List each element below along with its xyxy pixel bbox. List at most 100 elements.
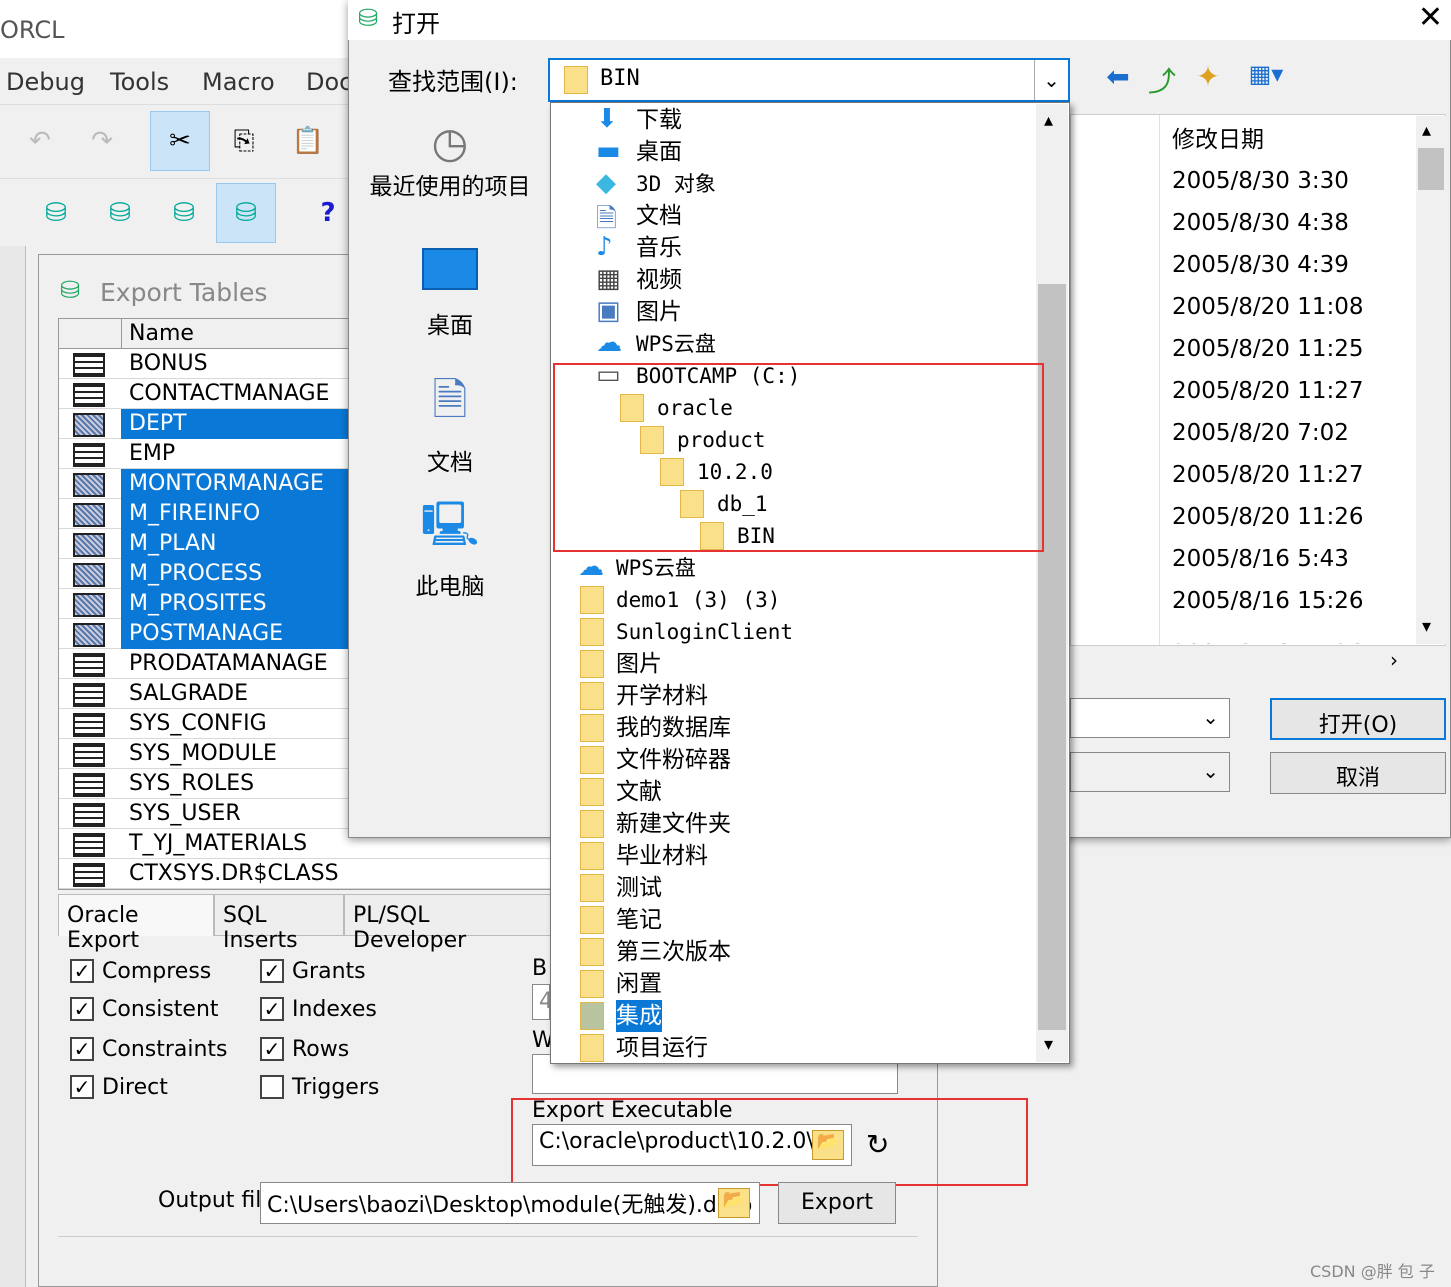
- checkbox-box[interactable]: [260, 1075, 284, 1099]
- checkbox-box[interactable]: ✓: [70, 997, 94, 1021]
- dropdown-item[interactable]: 音乐: [636, 232, 682, 264]
- menu-macro[interactable]: Macro: [202, 68, 275, 96]
- back-icon[interactable]: ⬅: [1098, 60, 1138, 100]
- undo-icon[interactable]: ↶: [10, 111, 70, 171]
- dropdown-item[interactable]: 视频: [636, 264, 682, 296]
- checkbox-grants[interactable]: ✓ Grants: [260, 956, 366, 986]
- export-tables-icon: ⛁: [60, 276, 81, 304]
- dropdown-item[interactable]: demo1 (3) (3): [616, 584, 780, 616]
- table-row[interactable]: CTXSYS.DR$CLASS: [59, 859, 557, 889]
- checkbox-box[interactable]: ✓: [70, 1075, 94, 1099]
- database-icon[interactable]: ⛁: [26, 183, 86, 243]
- place-recent[interactable]: ◷ 最近使用的项目: [360, 118, 540, 201]
- checkbox-box[interactable]: ✓: [260, 959, 284, 983]
- place-this-pc[interactable]: 🖳 此电脑: [360, 492, 540, 601]
- scroll-thumb[interactable]: [1418, 148, 1444, 190]
- file-modified-date[interactable]: 2005/8/30 4:38: [1172, 210, 1349, 236]
- paste-icon[interactable]: 📋: [278, 111, 338, 171]
- place-documents[interactable]: 🗎 文档: [360, 368, 540, 477]
- dropdown-item[interactable]: 我的数据库: [616, 712, 731, 744]
- cut-icon[interactable]: ✂: [150, 111, 210, 171]
- new-folder-icon[interactable]: ✦: [1188, 60, 1228, 100]
- buffer-field[interactable]: 4: [532, 984, 550, 1020]
- dropdown-item[interactable]: SunloginClient: [616, 616, 793, 648]
- checkbox-direct[interactable]: ✓ Direct: [70, 1072, 168, 1102]
- file-modified-date[interactable]: 2005/8/20 11:27: [1172, 378, 1364, 404]
- dropdown-item[interactable]: 下载: [636, 104, 682, 136]
- dropdown-item[interactable]: 图片: [616, 648, 662, 680]
- file-modified-date[interactable]: 2005/8/20 11:08: [1172, 294, 1364, 320]
- file-modified-date[interactable]: 2005/8/30 4:39: [1172, 252, 1349, 278]
- output-file-field[interactable]: C:\Users\baozi\Desktop\module(无触发).dmp: [260, 1182, 760, 1224]
- checkbox-constraints[interactable]: ✓ Constraints: [70, 1034, 228, 1064]
- dropdown-item[interactable]: WPS云盘: [636, 328, 716, 360]
- file-name-combobox[interactable]: ⌄: [1070, 698, 1230, 738]
- dropdown-item[interactable]: 桌面: [636, 136, 682, 168]
- column-modified-date-header[interactable]: 修改日期: [1172, 120, 1264, 154]
- dropdown-item[interactable]: 第三次版本: [616, 936, 731, 968]
- checkbox-indexes[interactable]: ✓ Indexes: [260, 994, 377, 1024]
- checkbox-consistent[interactable]: ✓ Consistent: [70, 994, 219, 1024]
- file-modified-date[interactable]: 2005/8/20 11:26: [1172, 504, 1364, 530]
- dropdown-item[interactable]: 图片: [636, 296, 682, 328]
- menu-bar: Debug Tools Macro Doc: [0, 60, 360, 104]
- view-menu-icon[interactable]: ▦▾: [1238, 60, 1294, 100]
- checkbox-triggers[interactable]: Triggers: [260, 1072, 379, 1102]
- dropdown-item[interactable]: 文献: [616, 776, 662, 808]
- close-icon[interactable]: ✕: [1410, 0, 1451, 38]
- scroll-up-icon[interactable]: ▴: [1422, 120, 1431, 141]
- file-list-scrollbar[interactable]: ▴ ▾: [1416, 116, 1446, 644]
- dropdown-item[interactable]: 集成: [616, 1000, 662, 1032]
- checkbox-rows[interactable]: ✓ Rows: [260, 1034, 349, 1064]
- scroll-down-icon[interactable]: ▾: [1422, 616, 1431, 637]
- menu-doc[interactable]: Doc: [306, 68, 352, 96]
- dropdown-item[interactable]: 文件粉碎器: [616, 744, 731, 776]
- dropdown-item[interactable]: 开学材料: [616, 680, 708, 712]
- file-list-hscrollbar[interactable]: ›: [1070, 646, 1446, 676]
- tab-plsql-developer[interactable]: PL/SQL Developer: [344, 894, 558, 953]
- dropdown-item[interactable]: 笔记: [616, 904, 662, 936]
- file-modified-date[interactable]: 2005/8/16 15:26: [1172, 588, 1364, 614]
- dropdown-item[interactable]: 毕业材料: [616, 840, 708, 872]
- file-modified-date[interactable]: 2005/8/20 11:25: [1172, 336, 1364, 362]
- checkbox-compress[interactable]: ✓ Compress: [70, 956, 211, 986]
- chevron-down-icon[interactable]: ⌄: [1034, 60, 1068, 100]
- file-modified-date[interactable]: 2005/8/20 7:02: [1172, 420, 1349, 446]
- checkbox-box[interactable]: ✓: [260, 1037, 284, 1061]
- dropdown-item[interactable]: 项目运行: [616, 1032, 708, 1064]
- menu-tools[interactable]: Tools: [110, 68, 169, 96]
- window-title: ORCL: [0, 0, 360, 58]
- scroll-up-icon[interactable]: ▴: [1044, 110, 1053, 131]
- checkbox-box[interactable]: ✓: [70, 959, 94, 983]
- sql-database-icon[interactable]: ⛁: [90, 183, 150, 243]
- menu-debug[interactable]: Debug: [6, 68, 85, 96]
- column-name-header[interactable]: Name: [129, 321, 194, 346]
- file-modified-date[interactable]: 2005/8/20 11:27: [1172, 462, 1364, 488]
- file-modified-date[interactable]: 2005/8/16 15:26: [1172, 630, 1364, 644]
- file-modified-date[interactable]: 2005/8/30 3:30: [1172, 168, 1349, 194]
- redo-icon[interactable]: ↷: [72, 111, 132, 171]
- checkbox-box[interactable]: ✓: [260, 997, 284, 1021]
- disconnect-database-icon[interactable]: ⛁: [216, 183, 276, 243]
- output-folder-icon[interactable]: 📂: [718, 1188, 750, 1218]
- open-button[interactable]: 打开(O): [1270, 698, 1446, 740]
- tab-oracle-export[interactable]: Oracle Export: [58, 894, 214, 953]
- cancel-button[interactable]: 取消: [1270, 752, 1446, 794]
- dropdown-item[interactable]: WPS云盘: [616, 552, 696, 584]
- scroll-right-icon[interactable]: ›: [1390, 648, 1398, 672]
- copy-icon[interactable]: ⎘: [214, 111, 274, 171]
- dropdown-item[interactable]: 闲置: [616, 968, 662, 1000]
- find-database-icon[interactable]: ⛁: [154, 183, 214, 243]
- file-type-combobox[interactable]: ⌄: [1070, 752, 1230, 792]
- place-desktop[interactable]: 桌面: [360, 248, 540, 340]
- tab-sql-inserts[interactable]: SQL Inserts: [214, 894, 344, 953]
- checkbox-box[interactable]: ✓: [70, 1037, 94, 1061]
- dropdown-item[interactable]: 3D 对象: [636, 168, 716, 200]
- scroll-down-icon[interactable]: ▾: [1044, 1034, 1053, 1055]
- dropdown-item[interactable]: 文档: [636, 200, 682, 232]
- dropdown-item[interactable]: 新建文件夹: [616, 808, 731, 840]
- file-modified-date[interactable]: 2005/8/16 5:43: [1172, 546, 1349, 572]
- dropdown-item[interactable]: 测试: [616, 872, 662, 904]
- export-button[interactable]: Export: [778, 1182, 896, 1224]
- up-folder-icon[interactable]: ⤴: [1142, 60, 1182, 100]
